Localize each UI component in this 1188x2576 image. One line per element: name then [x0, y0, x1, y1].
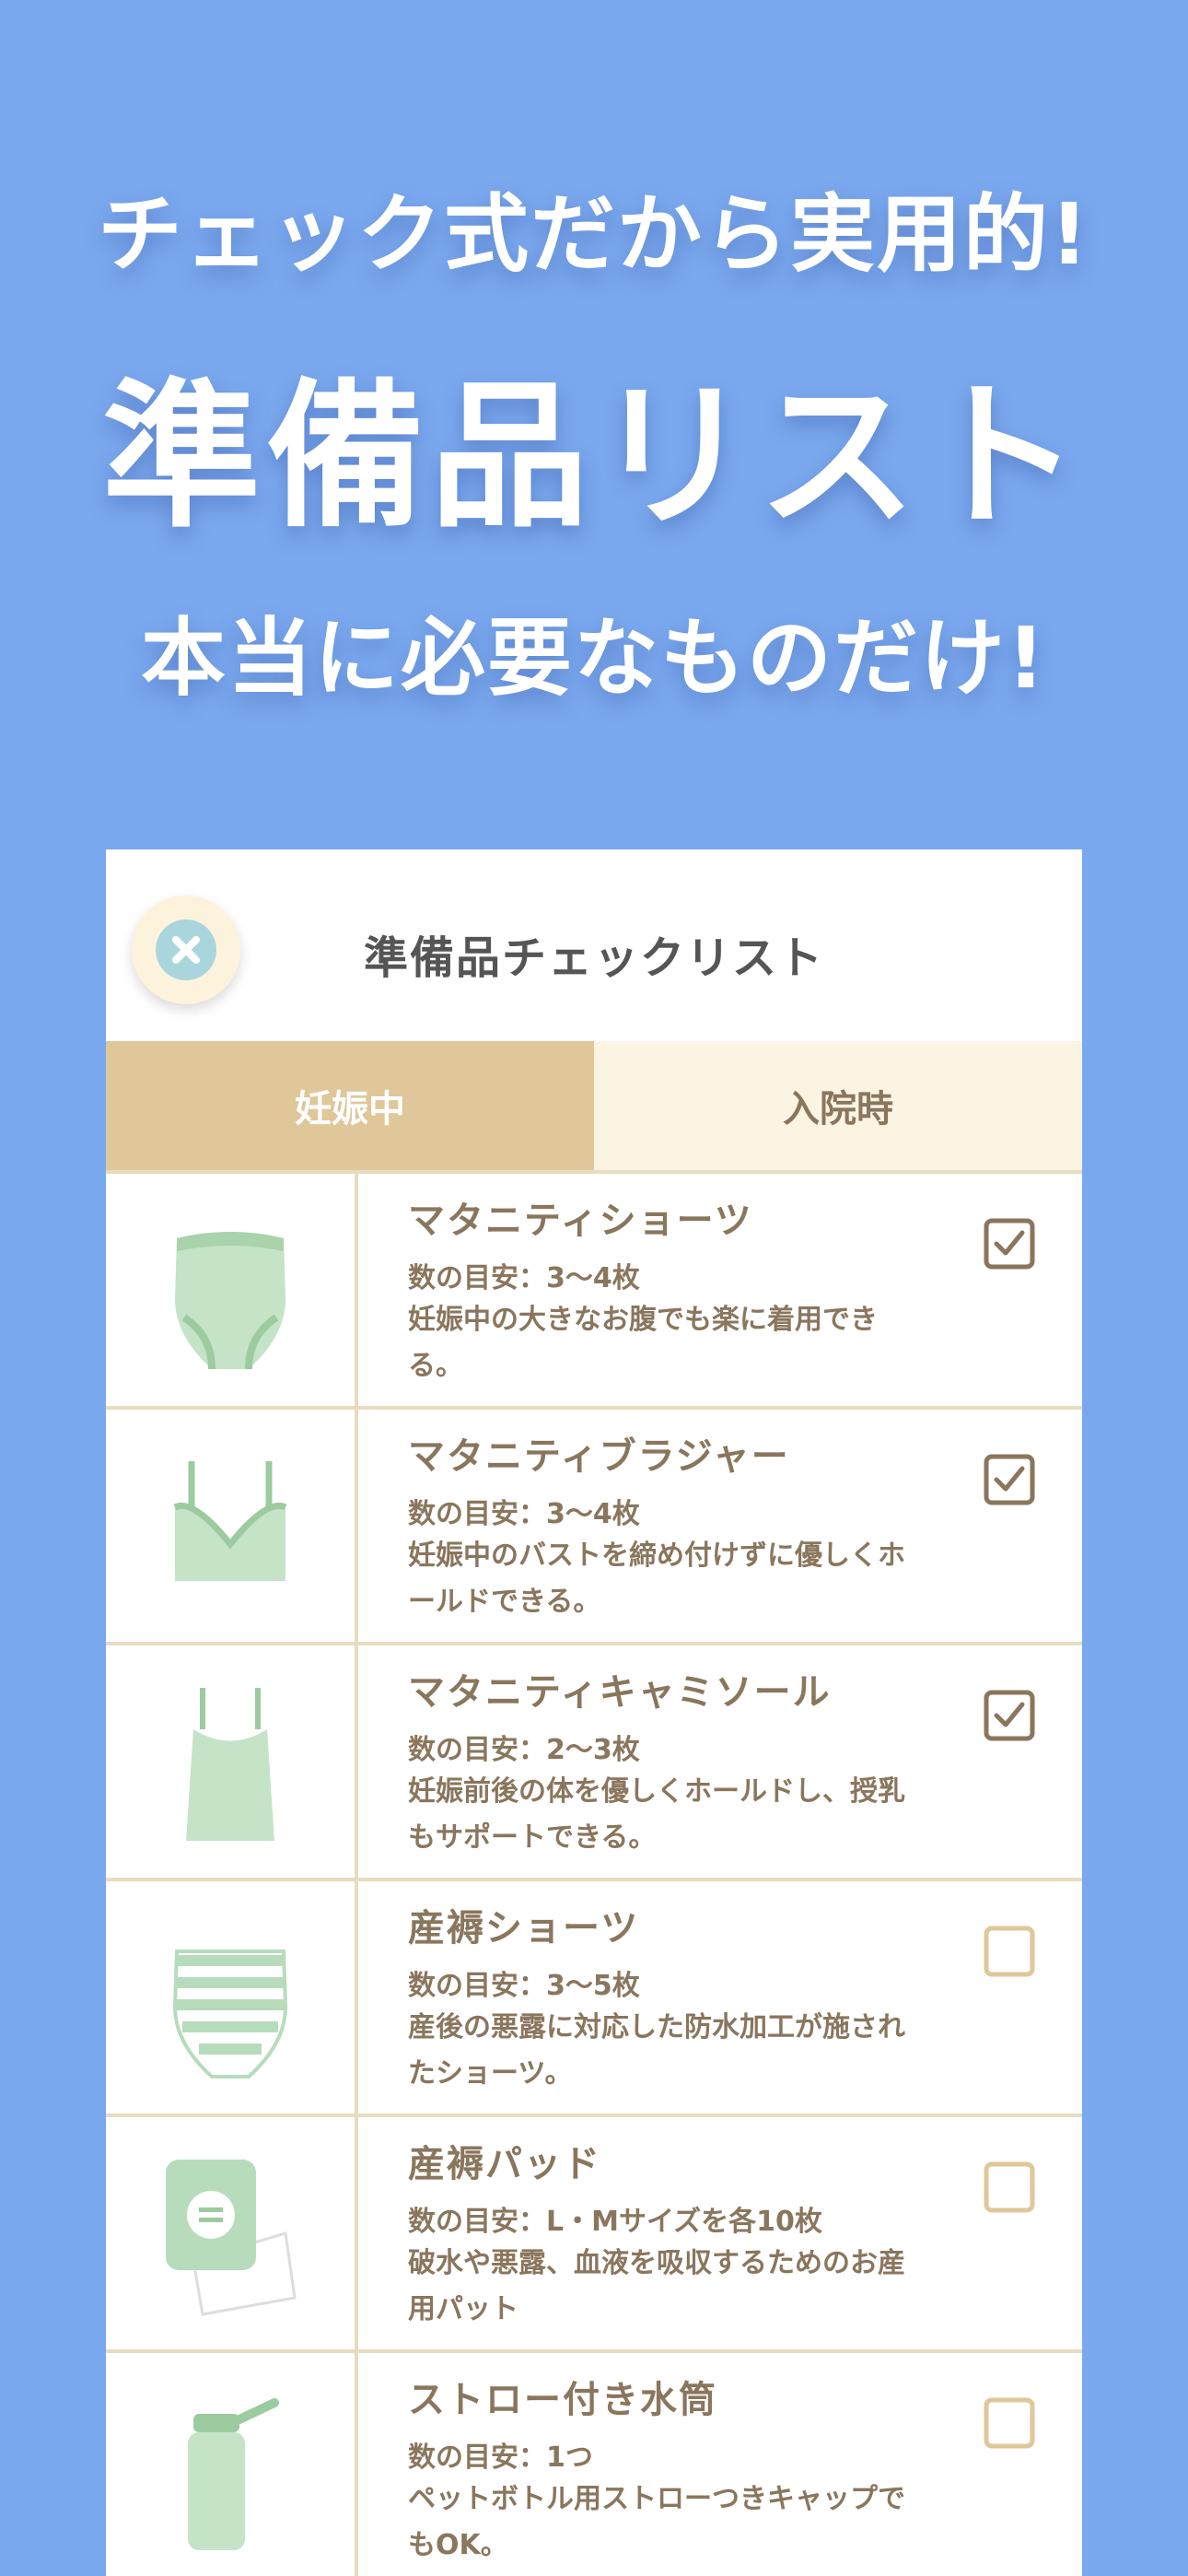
item-quantity: 数の目安：3〜4枚: [408, 1262, 640, 1294]
promo-headline-main: 準備品リスト: [102, 364, 1086, 549]
water-bottle-icon: [188, 2398, 279, 2550]
item-quantity: 数の目安：1つ: [408, 2441, 593, 2474]
item-thumbnail: [106, 1174, 358, 1406]
list-item[interactable]: マタニティブラジャー 数の目安：3〜4枚 妊娠中のバストを締め付けずに優しくホー…: [106, 1410, 1082, 1645]
checkbox-unchecked[interactable]: [984, 2161, 1035, 2213]
promo-headline-bottom: 本当に必要なものだけ!: [141, 609, 1047, 708]
item-name: 産褥パッド: [408, 2143, 601, 2185]
item-thumbnail: [106, 1645, 358, 1878]
item-description: 妊娠中のバストを締め付けずに優しくホールドできる。: [408, 1540, 905, 1618]
item-thumbnail: [106, 1410, 358, 1642]
item-description: 破水や悪露、血液を吸収するためのお産用パット: [408, 2247, 905, 2325]
checkbox-checked[interactable]: [984, 1690, 1035, 1741]
promo-headline-top: チェック式だから実用的!: [98, 185, 1090, 284]
item-description: 産後の悪露に対応した防水加工が施されたショーツ。: [408, 2011, 905, 2090]
item-quantity: 数の目安：L・Mサイズを各10枚: [408, 2206, 822, 2238]
postpartum-shorts-icon: [172, 1950, 288, 2078]
item-name: マタニティブラジャー: [408, 1435, 790, 1478]
camisole-icon: [186, 1688, 274, 1841]
list-item[interactable]: マタニティキャミソール 数の目安：2〜3枚 妊娠前後の体を優しくホールドし、授乳…: [106, 1645, 1082, 1881]
item-description: ペットボトル用ストローつきキャップでもOK。: [408, 2483, 905, 2561]
card-header: 準備品チェックリスト: [106, 849, 1082, 1041]
item-name: マタニティキャミソール: [408, 1671, 832, 1714]
checkbox-unchecked[interactable]: [984, 2397, 1035, 2449]
item-quantity: 数の目安：3〜4枚: [408, 1498, 640, 1530]
checklist: マタニティショーツ 数の目安：3〜4枚 妊娠中の大きなお腹でも楽に着用できる。 …: [106, 1170, 1082, 2576]
checkbox-checked[interactable]: [984, 1218, 1035, 1270]
list-item[interactable]: マタニティショーツ 数の目安：3〜4枚 妊娠中の大きなお腹でも楽に着用できる。: [106, 1174, 1082, 1410]
tab-hospitalization[interactable]: 入院時: [594, 1041, 1082, 1170]
maternity-bra-icon: [173, 1461, 287, 1581]
postpartum-pad-icon: [166, 2160, 297, 2316]
item-description: 妊娠前後の体を優しくホールドし、授乳もサポートできる。: [408, 1775, 905, 1854]
item-name: ストロー付き水筒: [408, 2379, 717, 2421]
item-thumbnail: [106, 2117, 358, 2349]
card-title: 準備品チェックリスト: [363, 932, 824, 984]
category-tabs: 妊娠中 入院時: [106, 1041, 1082, 1170]
item-name: 産褥ショーツ: [408, 1907, 640, 1950]
item-thumbnail: [106, 2353, 358, 2576]
item-description: 妊娠中の大きなお腹でも楽に着用できる。: [408, 1304, 878, 1382]
list-item[interactable]: 産褥パッド 数の目安：L・Mサイズを各10枚 破水や悪露、血液を吸収するためのお…: [106, 2117, 1082, 2353]
list-item[interactable]: ストロー付き水筒 数の目安：1つ ペットボトル用ストローつきキャップでもOK。: [106, 2353, 1082, 2576]
item-name: マタニティショーツ: [408, 1200, 753, 1242]
checkbox-checked[interactable]: [984, 1454, 1035, 1505]
list-item[interactable]: 産褥ショーツ 数の目安：3〜5枚 産後の悪露に対応した防水加工が施されたショーツ…: [106, 1881, 1082, 2117]
maternity-shorts-icon: [175, 1232, 285, 1370]
item-quantity: 数の目安：3〜5枚: [408, 1970, 640, 2002]
checkbox-unchecked[interactable]: [984, 1926, 1035, 1977]
tab-pregnancy[interactable]: 妊娠中: [106, 1041, 594, 1170]
item-thumbnail: [106, 1881, 358, 2113]
checklist-card: 準備品チェックリスト 妊娠中 入院時 マタニティショーツ 数の目安：3〜4枚 妊…: [106, 849, 1082, 2576]
item-quantity: 数の目安：2〜3枚: [408, 1734, 640, 1766]
